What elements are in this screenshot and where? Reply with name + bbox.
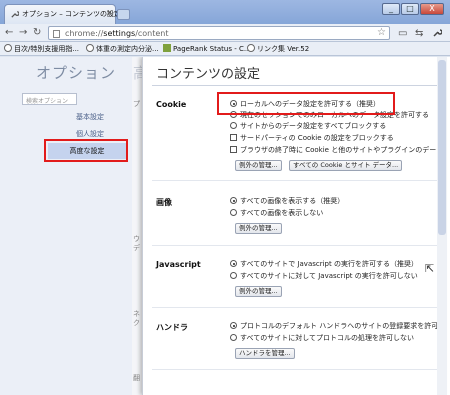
- radio[interactable]: [230, 272, 237, 279]
- handlers-option-block[interactable]: すべてのサイトに対してプロトコルの処理を許可しない: [230, 333, 414, 343]
- radio-selected[interactable]: [230, 197, 237, 204]
- search-input[interactable]: 検索オプション: [22, 93, 77, 105]
- javascript-section-label: Javascript: [156, 260, 201, 269]
- bookmark-item[interactable]: 体重の測定内分泌...: [86, 44, 159, 54]
- minimize-button[interactable]: _: [382, 3, 400, 15]
- overlay-title: コンテンツの設定: [156, 67, 261, 82]
- scrollbar-thumb[interactable]: [438, 60, 446, 235]
- nav-basic[interactable]: 基本設定: [76, 112, 104, 122]
- globe-icon: [86, 44, 94, 52]
- cookie-check-clear-on-exit[interactable]: ブラウザの終了時に Cookie と他のサイトやプラグインのデータ: [230, 145, 440, 155]
- tab-close-icon[interactable]: ×: [106, 8, 113, 17]
- address-bar[interactable]: chrome://settings/content ☆: [48, 26, 390, 40]
- images-option-hide[interactable]: すべての画像を表示しない: [230, 208, 323, 218]
- settings-page: オプション 検索オプション 基本設定 個人設定 高度な設定 高 プ ウ デ ネ …: [0, 57, 450, 395]
- section-divider: [152, 307, 438, 308]
- checkbox[interactable]: [230, 134, 237, 141]
- javascript-option-allow[interactable]: すべてのサイトで Javascript の実行を許可する（推奨）: [230, 259, 418, 269]
- new-tab-button[interactable]: [117, 9, 130, 20]
- radio[interactable]: [230, 122, 237, 129]
- globe-icon: [247, 44, 255, 52]
- cookie-option-block[interactable]: サイトからのデータ設定をすべてブロックする: [230, 121, 386, 131]
- cookie-exceptions-button[interactable]: 例外の管理...: [235, 160, 282, 171]
- handlers-section-label: ハンドラ: [156, 323, 188, 332]
- cookie-section-label: Cookie: [156, 100, 187, 109]
- content-settings-overlay: コンテンツの設定 Cookie ローカルへのデータ設定を許可する（推奨） 現在の…: [142, 57, 445, 395]
- globe-icon: [4, 44, 12, 52]
- maximize-button[interactable]: □: [401, 3, 419, 15]
- bookmark-item[interactable]: 目次/特別支援用指...: [4, 44, 79, 54]
- sidebar: オプション 検索オプション 基本設定 個人設定 高度な設定: [0, 57, 132, 395]
- forward-button[interactable]: →: [19, 27, 27, 39]
- radio[interactable]: [230, 209, 237, 216]
- highlight-box-cookie: [217, 92, 395, 115]
- javascript-exceptions-button[interactable]: 例外の管理...: [235, 286, 282, 297]
- url-text: chrome://settings/content: [65, 29, 169, 38]
- background-fragment: ク: [133, 319, 140, 327]
- back-button[interactable]: ←: [5, 27, 13, 39]
- page-menu-icon[interactable]: ▭: [398, 28, 407, 39]
- title-divider: [152, 85, 438, 86]
- sidebar-title: オプション: [36, 64, 117, 82]
- wrench-icon: [11, 11, 19, 18]
- toolbar: ← → ↻ chrome://settings/content ☆ ▭ ⇆: [0, 24, 450, 42]
- images-section-label: 画像: [156, 198, 172, 207]
- bookmarks-bar: 目次/特別支援用指... 体重の測定内分泌... PageRank Status…: [0, 42, 450, 56]
- images-option-show[interactable]: すべての画像を表示する（推奨）: [230, 196, 344, 206]
- handlers-option-allow[interactable]: プロトコルのデフォルト ハンドラへのサイトの登録要求を許可: [230, 321, 440, 331]
- background-fragment: デ: [133, 244, 140, 252]
- tab-options[interactable]: オプション – コンテンツの設定 ×: [4, 4, 121, 24]
- sync-icon[interactable]: ⇆: [415, 28, 423, 39]
- section-divider: [152, 369, 438, 370]
- checkbox[interactable]: [230, 146, 237, 153]
- wrench-menu-icon[interactable]: [432, 28, 442, 38]
- reload-button[interactable]: ↻: [33, 27, 41, 39]
- javascript-option-block[interactable]: すべてのサイトに対して Javascript の実行を許可しない: [230, 271, 418, 281]
- page-icon: [53, 30, 60, 38]
- handlers-manage-button[interactable]: ハンドラを管理...: [235, 348, 295, 359]
- section-divider: [152, 245, 438, 246]
- radio[interactable]: [230, 334, 237, 341]
- star-icon[interactable]: ☆: [377, 27, 386, 38]
- cookie-check-third-party[interactable]: サードパーティの Cookie の設定をブロックする: [230, 133, 394, 143]
- close-window-button[interactable]: X: [420, 3, 444, 15]
- pagerank-icon: [163, 44, 171, 52]
- radio-selected[interactable]: [230, 260, 237, 267]
- window-controls: _ □ X: [382, 3, 446, 17]
- background-fragment: 翻: [133, 374, 140, 382]
- highlight-box-advanced: [44, 139, 128, 162]
- radio-selected[interactable]: [230, 322, 237, 329]
- images-exceptions-button[interactable]: 例外の管理...: [235, 223, 282, 234]
- nav-personal[interactable]: 個人設定: [76, 129, 104, 139]
- bookmark-item[interactable]: PageRank Status - C...: [163, 44, 251, 53]
- mouse-cursor-icon: ⇱: [425, 262, 435, 275]
- all-cookies-button[interactable]: すべての Cookie とサイト データ...: [289, 160, 403, 171]
- bookmark-item[interactable]: リンク集 Ver.52: [247, 44, 309, 54]
- section-divider: [152, 180, 438, 181]
- background-fragment: プ: [133, 100, 140, 108]
